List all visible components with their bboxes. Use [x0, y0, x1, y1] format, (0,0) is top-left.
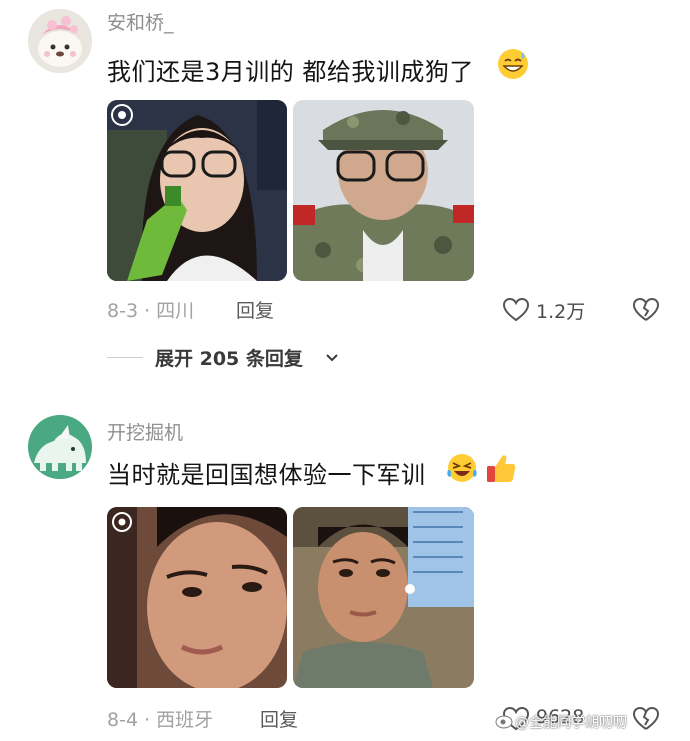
- username[interactable]: 开挖掘机: [107, 418, 183, 445]
- comment-photo[interactable]: [107, 100, 287, 281]
- broken-heart-icon[interactable]: [632, 296, 660, 324]
- comment-text: 我们还是3月训的 都给我训成狗了: [107, 58, 474, 86]
- divider: [107, 357, 143, 358]
- user-avatar[interactable]: [28, 9, 92, 73]
- like-count: 1.2万: [536, 301, 586, 323]
- comment-photo[interactable]: [107, 507, 287, 688]
- expand-replies-button[interactable]: 展开 205 条回复: [155, 344, 303, 371]
- rolling-laughing-emoji-icon: [446, 452, 478, 484]
- watermark-text: @全能同学胡叨叨: [515, 715, 627, 731]
- reply-button[interactable]: 回复: [260, 705, 298, 732]
- comment-photo[interactable]: [293, 507, 474, 688]
- reply-button[interactable]: 回复: [236, 296, 274, 323]
- comment-date-location: 8-3 · 四川: [107, 300, 195, 322]
- weibo-logo-icon: [495, 710, 515, 730]
- grinning-sweat-emoji-icon: [497, 48, 529, 80]
- comment-photo[interactable]: [293, 100, 474, 281]
- chevron-down-icon[interactable]: [324, 349, 340, 365]
- broken-heart-icon[interactable]: [632, 705, 660, 733]
- thumbs-up-icon: [485, 452, 517, 484]
- heart-icon[interactable]: [502, 296, 530, 324]
- username[interactable]: 安和桥_: [107, 8, 174, 35]
- comment-text: 当时就是回国想体验一下军训: [107, 461, 426, 489]
- user-avatar[interactable]: [28, 415, 92, 479]
- comment-date-location: 8-4 · 西班牙: [107, 709, 214, 731]
